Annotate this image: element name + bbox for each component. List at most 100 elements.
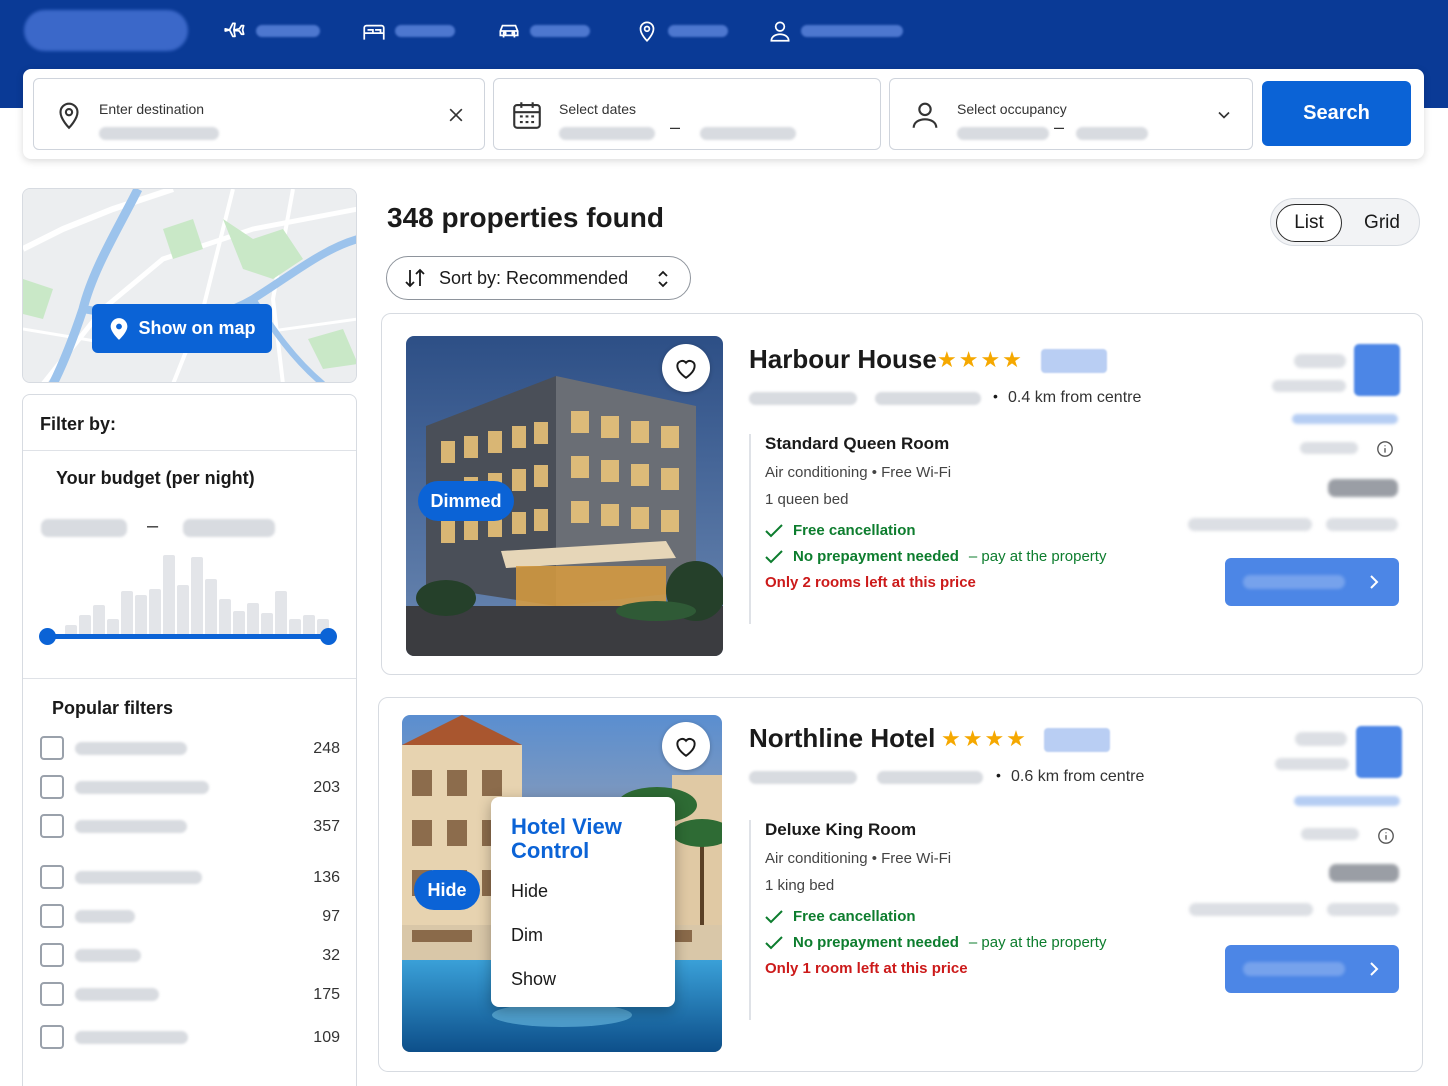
budget-slider-max-handle[interactable] <box>320 628 337 645</box>
bed-type: 1 king bed <box>765 877 835 894</box>
menu-item-show[interactable]: Show <box>511 969 556 990</box>
search-button[interactable]: Search <box>1262 81 1411 146</box>
filter-option[interactable]: 97 <box>40 904 340 930</box>
info-icon[interactable] <box>1377 827 1395 845</box>
filter-option[interactable]: 136 <box>40 865 340 891</box>
location-score-link[interactable] <box>1292 414 1398 424</box>
location-link[interactable] <box>749 771 857 784</box>
dates-field[interactable]: Select dates – <box>493 78 881 150</box>
free-cancellation-text: Free cancellation <box>793 522 916 539</box>
checkbox[interactable] <box>40 904 64 928</box>
property-name[interactable]: Harbour House <box>749 344 937 375</box>
checkbox[interactable] <box>40 982 64 1006</box>
nav-item-account[interactable] <box>767 14 903 48</box>
filter-option[interactable]: 248 <box>40 736 340 762</box>
location-link[interactable] <box>749 392 857 405</box>
no-prepayment-note: – pay at the property <box>968 934 1107 951</box>
nav-item-flights[interactable] <box>222 14 320 48</box>
show-on-map-label: Show on map <box>138 318 256 338</box>
histogram-bar <box>177 585 189 635</box>
bullet: • <box>996 767 1001 783</box>
histogram-bar <box>149 588 161 635</box>
room-name[interactable]: Standard Queen Room <box>765 434 1169 454</box>
review-count <box>1272 380 1346 392</box>
scarcity-message: Only 2 rooms left at this price <box>765 574 976 591</box>
view-status-badge[interactable]: Dimmed <box>418 481 514 521</box>
histogram-bar <box>121 591 133 635</box>
location-score-link[interactable] <box>1294 796 1400 806</box>
checkbox[interactable] <box>40 943 64 967</box>
occupancy-field[interactable]: Select occupancy – <box>889 78 1253 150</box>
save-favorite-button[interactable] <box>662 722 710 770</box>
chevron-updown-icon <box>658 270 668 288</box>
filter-option[interactable]: 32 <box>40 943 340 969</box>
bed-type: 1 queen bed <box>765 491 849 508</box>
menu-item-dim[interactable]: Dim <box>511 925 543 946</box>
destination-field[interactable]: Enter destination <box>33 78 485 150</box>
histogram-bar <box>233 611 245 635</box>
checkbox[interactable] <box>40 736 64 760</box>
property-name[interactable]: Northline Hotel <box>749 723 935 754</box>
grid-view-button[interactable]: Grid <box>1349 204 1415 242</box>
checkmark-icon <box>765 523 783 537</box>
filter-option[interactable]: 357 <box>40 814 340 840</box>
nav-item-stays[interactable] <box>361 14 455 48</box>
close-icon[interactable] <box>446 105 466 125</box>
chevron-down-icon[interactable] <box>1214 105 1234 125</box>
nav-item-attractions[interactable] <box>634 14 728 48</box>
budget-slider-min-handle[interactable] <box>39 628 56 645</box>
brand-logo[interactable] <box>24 10 188 51</box>
room-offer: Standard Queen Room Air conditioning • F… <box>749 434 1169 624</box>
histogram-bar <box>247 603 259 635</box>
filter-option[interactable]: 203 <box>40 775 340 801</box>
nav-item-cars[interactable] <box>496 14 590 48</box>
free-cancellation: Free cancellation <box>765 522 1169 539</box>
show-on-map-button[interactable]: Show on map <box>92 304 272 353</box>
see-availability-button[interactable] <box>1225 945 1399 993</box>
budget-min-value <box>41 519 127 537</box>
filters-title: Filter by: <box>40 414 117 434</box>
list-view-button[interactable]: List <box>1276 204 1342 242</box>
review-count <box>1275 758 1349 770</box>
property-photo[interactable]: Dimmed <box>406 336 723 656</box>
view-status-badge[interactable]: Hide <box>414 870 480 910</box>
map-preview[interactable]: Show on map <box>22 188 357 383</box>
check-in-value <box>559 127 655 140</box>
room-name[interactable]: Deluxe King Room <box>765 820 1169 840</box>
budget-histogram <box>65 555 329 635</box>
filter-option[interactable]: 109 <box>40 1025 340 1051</box>
save-favorite-button[interactable] <box>662 344 710 392</box>
info-icon[interactable] <box>1376 440 1394 458</box>
review-score-label <box>1294 354 1346 368</box>
plane-icon <box>224 22 245 38</box>
heart-icon <box>676 360 696 379</box>
stay-details <box>1189 903 1313 916</box>
budget-slider-track[interactable] <box>48 634 329 639</box>
chevron-right-icon <box>1370 962 1379 976</box>
review-score-label <box>1295 732 1347 746</box>
divider <box>23 678 356 679</box>
histogram-bar <box>205 579 217 635</box>
see-availability-button[interactable] <box>1225 558 1399 606</box>
histogram-bar <box>289 619 301 635</box>
filter-count: 109 <box>313 1029 340 1046</box>
occupancy-separator: – <box>1054 117 1065 137</box>
map-link[interactable] <box>875 392 981 405</box>
histogram-bar <box>261 612 273 635</box>
review-score-badge[interactable] <box>1354 344 1400 396</box>
map-link[interactable] <box>877 771 983 784</box>
check-out-value <box>700 127 796 140</box>
checkbox[interactable] <box>40 775 64 799</box>
sort-dropdown[interactable]: Sort by: Recommended <box>386 256 691 300</box>
user-icon <box>770 21 790 42</box>
free-cancellation: Free cancellation <box>765 908 1169 925</box>
review-score-badge[interactable] <box>1356 726 1402 778</box>
property-card[interactable]: Dimmed Harbour House ★★★★ • 0.4 km from … <box>381 313 1423 675</box>
star-rating: ★★★★ <box>941 726 1028 751</box>
checkbox[interactable] <box>40 814 64 838</box>
checkbox[interactable] <box>40 865 64 889</box>
checkbox[interactable] <box>40 1025 64 1049</box>
checkmark-icon <box>765 935 783 949</box>
menu-item-hide[interactable]: Hide <box>511 881 548 902</box>
filter-option[interactable]: 175 <box>40 982 340 1008</box>
